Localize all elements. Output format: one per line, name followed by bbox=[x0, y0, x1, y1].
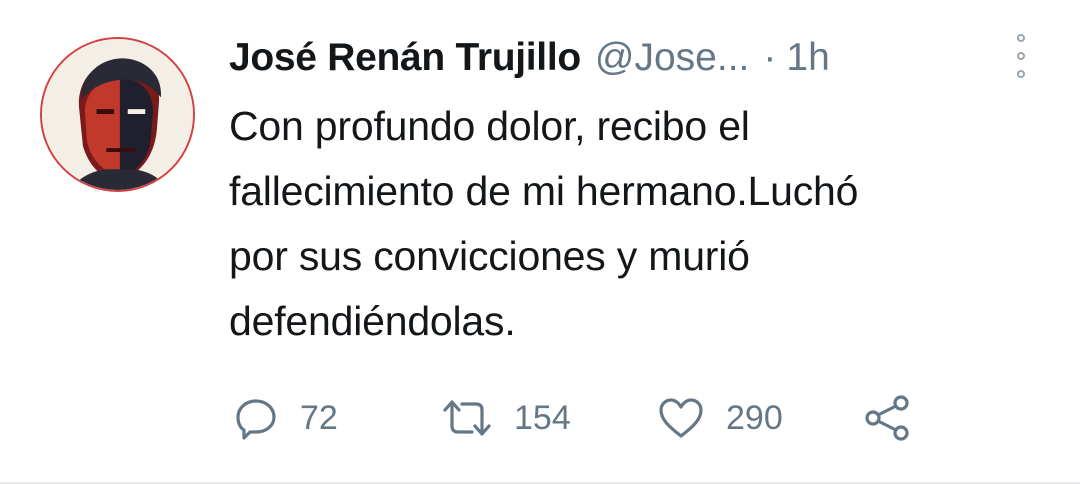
avatar[interactable] bbox=[40, 37, 195, 192]
reply-icon bbox=[236, 399, 276, 440]
retweet-count: 154 bbox=[514, 398, 571, 437]
reply-button[interactable]: 72 bbox=[234, 390, 338, 446]
profile-portrait-icon bbox=[42, 39, 193, 190]
tweet-text: Con profundo dolor, recibo el fallecimie… bbox=[229, 103, 859, 344]
like-count: 290 bbox=[726, 398, 783, 437]
like-button[interactable]: 290 bbox=[658, 390, 783, 446]
reply-count: 72 bbox=[300, 398, 338, 437]
menu-dot bbox=[1017, 70, 1025, 78]
menu-dot bbox=[1017, 34, 1025, 42]
tweet-header: José Renán Trujillo @Jose... · 1h bbox=[229, 30, 830, 86]
retweet-button[interactable]: 154 bbox=[442, 390, 571, 446]
author-handle[interactable]: @Jose... bbox=[595, 36, 749, 80]
share-button[interactable] bbox=[864, 390, 912, 446]
share-icon bbox=[865, 395, 909, 441]
tweet-timestamp[interactable]: 1h bbox=[786, 36, 829, 80]
separator-dot: · bbox=[763, 36, 777, 79]
author-name[interactable]: José Renán Trujillo bbox=[229, 36, 581, 80]
tweet-actions: 72 154 290 bbox=[234, 390, 954, 446]
retweet-icon bbox=[443, 400, 491, 436]
menu-dot bbox=[1017, 52, 1025, 60]
heart-icon bbox=[659, 398, 703, 438]
tweet-card[interactable]: José Renán Trujillo @Jose... · 1h Con pr… bbox=[0, 0, 1080, 484]
more-vertical-icon[interactable] bbox=[1008, 34, 1034, 78]
